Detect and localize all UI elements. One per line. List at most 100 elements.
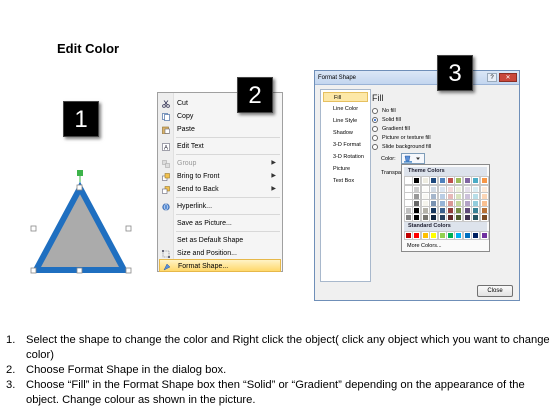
theme-color-swatch[interactable] (479, 199, 489, 208)
menu-item-group[interactable]: Group ▶ (159, 157, 281, 170)
nav-item-picture[interactable]: Picture (323, 164, 368, 174)
theme-color-swatch[interactable] (471, 192, 481, 201)
theme-color-swatch[interactable] (420, 176, 430, 185)
standard-color-swatch[interactable] (446, 231, 455, 240)
triangle-fill[interactable] (30, 181, 130, 273)
theme-color-swatch[interactable] (437, 185, 447, 194)
resize-handle-bottom[interactable] (76, 267, 83, 274)
standard-color-swatch[interactable] (404, 231, 413, 240)
theme-color-swatch[interactable] (429, 176, 439, 185)
nav-item-3d-format[interactable]: 3-D Format (323, 140, 368, 150)
standard-color-swatch[interactable] (454, 231, 464, 240)
theme-color-swatch[interactable] (437, 192, 447, 201)
theme-color-swatch[interactable] (479, 192, 489, 201)
close-icon[interactable]: ✕ (499, 73, 517, 82)
nav-item-3d-rotation[interactable]: 3-D Rotation (323, 152, 368, 162)
radio-gradient-fill[interactable]: Gradient fill (372, 125, 410, 133)
menu-item-format-shape[interactable]: Format Shape... (159, 259, 281, 272)
theme-color-swatch[interactable] (412, 185, 422, 194)
theme-color-swatch[interactable] (404, 176, 413, 185)
theme-color-swatch[interactable] (412, 206, 422, 215)
menu-item-save-as-picture[interactable]: Save as Picture... (159, 217, 281, 230)
theme-color-swatch[interactable] (471, 206, 481, 215)
theme-color-swatch[interactable] (462, 213, 472, 222)
menu-item-edit-text[interactable]: A Edit Text (159, 140, 281, 153)
theme-color-swatch[interactable] (454, 192, 464, 201)
theme-color-swatch[interactable] (404, 199, 413, 208)
theme-color-swatch[interactable] (429, 213, 439, 222)
theme-color-swatch[interactable] (429, 185, 439, 194)
theme-color-swatch[interactable] (429, 206, 439, 215)
theme-color-swatch[interactable] (471, 185, 481, 194)
triangle-shape[interactable] (30, 170, 132, 278)
theme-color-swatch[interactable] (446, 192, 455, 201)
theme-color-swatch[interactable] (462, 185, 472, 194)
theme-color-swatch[interactable] (462, 206, 472, 215)
theme-color-swatch[interactable] (479, 213, 489, 222)
resize-handle-bottom-left[interactable] (30, 267, 37, 274)
theme-color-swatch[interactable] (437, 199, 447, 208)
close-button[interactable]: Close (477, 285, 513, 297)
theme-color-swatch[interactable] (437, 213, 447, 222)
radio-button[interactable] (372, 108, 378, 114)
standard-color-swatch[interactable] (479, 231, 489, 240)
theme-color-swatch[interactable] (404, 213, 413, 222)
radio-button[interactable] (372, 126, 378, 132)
theme-color-swatch[interactable] (446, 213, 455, 222)
theme-color-swatch[interactable] (446, 185, 455, 194)
theme-color-swatch[interactable] (404, 192, 413, 201)
theme-color-swatch[interactable] (429, 199, 439, 208)
theme-color-swatch[interactable] (412, 199, 422, 208)
theme-color-swatch[interactable] (454, 199, 464, 208)
nav-item-shadow[interactable]: Shadow (323, 128, 368, 138)
menu-item-set-default-shape[interactable]: Set as Default Shape (159, 234, 281, 247)
theme-color-swatch[interactable] (420, 213, 430, 222)
resize-handle-top[interactable] (76, 184, 83, 191)
nav-item-fill[interactable]: Fill (323, 92, 368, 102)
theme-color-swatch[interactable] (462, 176, 472, 185)
resize-handle-right[interactable] (125, 225, 132, 232)
theme-color-swatch[interactable] (454, 213, 464, 222)
radio-no-fill[interactable]: No fill (372, 107, 396, 115)
theme-color-swatch[interactable] (437, 176, 447, 185)
theme-color-swatch[interactable] (471, 213, 481, 222)
theme-color-swatch[interactable] (437, 206, 447, 215)
theme-color-swatch[interactable] (471, 176, 481, 185)
radio-button[interactable] (372, 144, 378, 150)
radio-button[interactable] (372, 117, 378, 123)
theme-color-swatch[interactable] (412, 176, 422, 185)
theme-color-swatch[interactable] (412, 213, 422, 222)
standard-color-swatch[interactable] (471, 231, 481, 240)
radio-button[interactable] (372, 135, 378, 141)
standard-color-swatch[interactable] (429, 231, 439, 240)
theme-color-swatch[interactable] (412, 192, 422, 201)
menu-item-hyperlink[interactable]: Hyperlink... (159, 200, 281, 213)
theme-color-swatch[interactable] (479, 206, 489, 215)
theme-color-swatch[interactable] (454, 206, 464, 215)
help-icon[interactable]: ? (487, 73, 497, 82)
theme-color-swatch[interactable] (404, 185, 413, 194)
radio-slide-bg-fill[interactable]: Slide background fill (372, 143, 431, 151)
resize-handle-bottom-right[interactable] (125, 267, 132, 274)
theme-color-swatch[interactable] (446, 206, 455, 215)
theme-color-swatch[interactable] (454, 176, 464, 185)
nav-item-line-color[interactable]: Line Color (323, 104, 368, 114)
theme-color-swatch[interactable] (420, 192, 430, 201)
standard-color-swatch[interactable] (420, 231, 430, 240)
theme-color-swatch[interactable] (479, 185, 489, 194)
rotation-handle[interactable] (77, 170, 83, 176)
more-colors-link[interactable]: More Colors... (404, 242, 442, 250)
color-picker-button[interactable] (401, 153, 425, 164)
menu-item-paste[interactable]: Paste (159, 123, 281, 136)
menu-item-send-to-back[interactable]: Send to Back ▶ (159, 183, 281, 196)
standard-color-swatch[interactable] (437, 231, 447, 240)
theme-color-swatch[interactable] (479, 176, 489, 185)
theme-color-swatch[interactable] (454, 185, 464, 194)
radio-picture-fill[interactable]: Picture or texture fill (372, 134, 431, 142)
theme-color-swatch[interactable] (420, 206, 430, 215)
nav-item-text-box[interactable]: Text Box (323, 176, 368, 186)
theme-color-swatch[interactable] (404, 206, 413, 215)
resize-handle-left[interactable] (30, 225, 37, 232)
menu-item-bring-to-front[interactable]: Bring to Front ▶ (159, 170, 281, 183)
nav-item-line-style[interactable]: Line Style (323, 116, 368, 126)
